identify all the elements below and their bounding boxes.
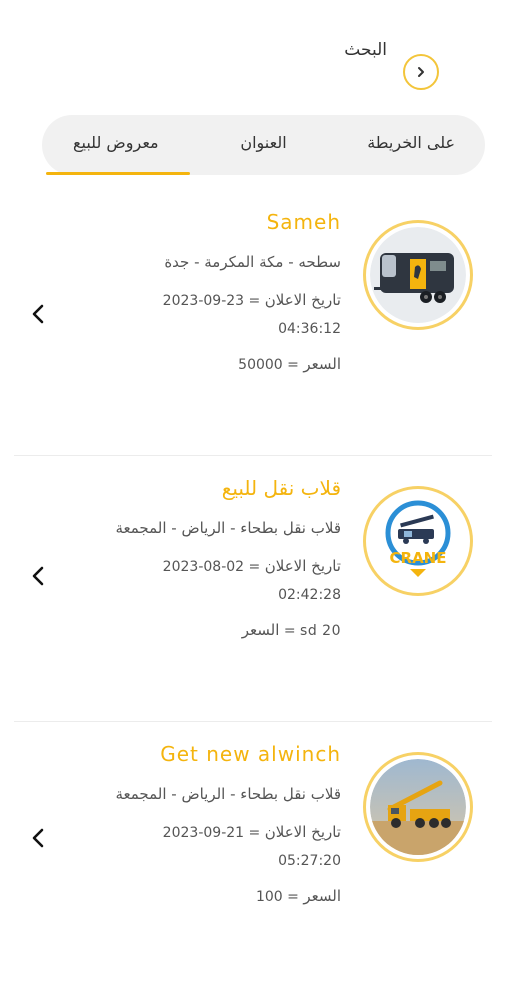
chevron-right-icon — [418, 67, 424, 77]
ad-location: قلاب نقل بطحاء - الرياض - المجمعة — [115, 519, 341, 537]
date-sep: = — [244, 559, 261, 575]
ad-price: السعر = 50000 — [71, 355, 341, 373]
price-sep: = — [282, 889, 299, 905]
ad-price: السعر = 100 — [71, 887, 341, 905]
time-value: 04:36:12 — [278, 321, 341, 337]
ad-date: تاريخ الاعلان = 02-08-2023 02:42:28 — [71, 552, 341, 609]
chevron-left-icon — [32, 566, 44, 586]
ad-thumbnail: CRANE — [363, 486, 473, 596]
date-value: 02-08-2023 — [162, 559, 245, 575]
open-ad-button[interactable] — [30, 826, 46, 850]
date-label: تاريخ الاعلان — [264, 823, 341, 841]
price-label: السعر — [303, 887, 341, 905]
tab-on-map[interactable]: على الخريطة — [337, 115, 485, 175]
price-sep: = — [282, 357, 299, 373]
date-label: تاريخ الاعلان — [264, 291, 341, 309]
date-value: 21-09-2023 — [162, 825, 245, 841]
crane-logo-text: CRANE — [390, 549, 447, 567]
ad-date: تاريخ الاعلان = 23-09-2023 04:36:12 — [71, 286, 341, 343]
tab-for-sale[interactable]: معروض للبيع — [42, 115, 190, 175]
date-sep: = — [244, 293, 261, 309]
trailer-image-icon — [370, 227, 466, 323]
back-button[interactable] — [403, 54, 439, 90]
price-value: 50000 — [238, 357, 283, 373]
crane-truck-image-icon — [370, 759, 466, 855]
open-ad-button[interactable] — [30, 564, 46, 588]
price-value: sd 20 — [300, 623, 341, 639]
price-value: 100 — [255, 889, 283, 905]
date-sep: = — [244, 825, 261, 841]
time-value: 02:42:28 — [278, 587, 341, 603]
price-label: السعر — [303, 355, 341, 373]
ads-list: Sameh سطحه - مكة المكرمة - جدة تاريخ الا… — [0, 190, 506, 988]
ad-title: قلاب نقل للبيع — [221, 476, 341, 500]
crane-logo-icon: CRANE — [370, 493, 466, 589]
ad-title: Sameh — [266, 210, 341, 234]
ad-title: Get new alwinch — [160, 742, 341, 766]
open-ad-button[interactable] — [30, 302, 46, 326]
chevron-left-icon — [32, 304, 44, 324]
ad-location: قلاب نقل بطحاء - الرياض - المجمعة — [115, 785, 341, 803]
list-item[interactable]: CRANE قلاب نقل للبيع قلاب نقل بطحاء - ال… — [0, 456, 506, 722]
ad-date: تاريخ الاعلان = 21-09-2023 05:27:20 — [71, 818, 341, 875]
list-item[interactable]: Sameh سطحه - مكة المكرمة - جدة تاريخ الا… — [0, 190, 506, 456]
chevron-left-icon — [32, 828, 44, 848]
ad-location: سطحه - مكة المكرمة - جدة — [164, 253, 341, 271]
tab-bar: على الخريطة العنوان معروض للبيع — [42, 115, 485, 175]
tab-address[interactable]: العنوان — [190, 115, 338, 175]
page-title: البحث — [344, 40, 387, 60]
price-sep: = — [283, 623, 301, 639]
ad-thumbnail — [363, 220, 473, 330]
ad-price: السعر = sd 20 — [71, 621, 341, 639]
date-value: 23-09-2023 — [162, 293, 245, 309]
ad-thumbnail — [363, 752, 473, 862]
price-label: السعر — [241, 621, 280, 639]
time-value: 05:27:20 — [278, 853, 341, 869]
date-label: تاريخ الاعلان — [264, 557, 341, 575]
list-item[interactable]: Get new alwinch قلاب نقل بطحاء - الرياض … — [0, 722, 506, 988]
